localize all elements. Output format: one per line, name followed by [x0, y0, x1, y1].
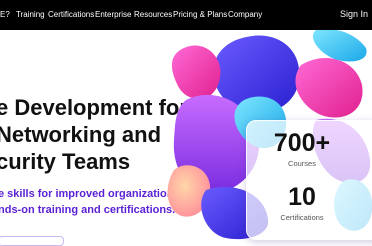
nav-item-resources[interactable]: Resources [134, 10, 172, 19]
nav-item-pricing-plans[interactable]: Pricing & Plans [173, 10, 227, 19]
nav-item-company[interactable]: Company [228, 10, 262, 19]
nav-item-enterprise[interactable]: Enterprise [95, 10, 131, 19]
hero-subtitle-line: nds-on training and certifications. [0, 204, 176, 216]
hero-subtitle-line: e skills for improved organizational [0, 188, 183, 200]
hero-subtitle: e skills for improved organizational nds… [0, 186, 183, 218]
nav-item-training[interactable]: Training [16, 10, 45, 19]
certifications-count: 10 [288, 183, 316, 211]
nav-item-partial[interactable]: E? [0, 10, 10, 19]
certifications-label: Certifications [280, 213, 324, 222]
hero-title-line: curity Teams [0, 149, 131, 174]
stats-card: 700+ Courses 10 Certifications [246, 120, 372, 240]
hero-title-line: e Development for [0, 95, 188, 120]
courses-count: 700+ [273, 129, 331, 157]
sign-in-link[interactable]: Sign In [340, 9, 368, 19]
nav-item-certifications[interactable]: Certifications [48, 10, 94, 19]
cta-button-partial[interactable] [0, 236, 64, 246]
top-navigation: E? Training Certifications Enterprise Re… [0, 0, 372, 30]
courses-label: Courses [288, 159, 316, 168]
hero-title-line: Networking and [0, 122, 162, 147]
hero-title: e Development for Networking and curity … [0, 94, 188, 175]
